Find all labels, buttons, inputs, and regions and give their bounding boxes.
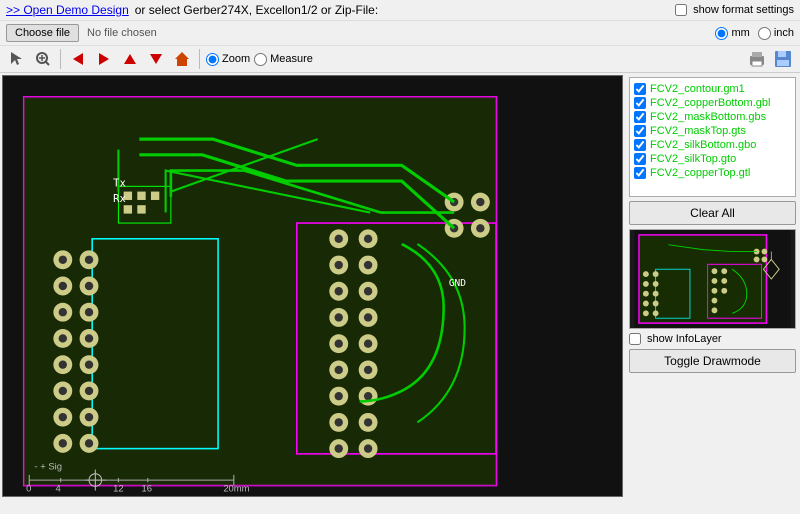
zoom-in-icon[interactable] [32,48,54,70]
svg-text:4: 4 [55,484,60,495]
save-icon[interactable] [772,48,794,70]
file-item-0[interactable]: FCV2_contour.gm1 [634,82,791,96]
show-infolayer-label: show InfoLayer [647,333,722,345]
file-name-5: FCV2_silkTop.gto [650,153,736,165]
file-checkbox-3[interactable] [634,125,646,137]
arrow-left-icon[interactable] [67,48,89,70]
inch-radio-label[interactable]: inch [758,27,794,40]
home-icon[interactable] [171,48,193,70]
file-checkbox-2[interactable] [634,111,646,123]
file-item-3[interactable]: FCV2_maskTop.gts [634,124,791,138]
file-name-3: FCV2_maskTop.gts [650,125,746,137]
choose-file-button[interactable]: Choose file [6,24,79,42]
toolbar-separator-1 [60,49,61,69]
top-row-1: >> Open Demo Design or select Gerber274X… [0,0,800,21]
mm-radio[interactable] [715,27,728,40]
info-layer-row: show InfoLayer [629,333,796,345]
file-item-5[interactable]: FCV2_silkTop.gto [634,152,791,166]
measure-radio-label[interactable]: Measure [254,53,313,66]
toolbar-row: Zoom Measure [0,46,800,73]
arrow-up-icon[interactable] [119,48,141,70]
zoom-radio[interactable] [206,53,219,66]
pcb-canvas-area[interactable]: Tx Rx GND 0 4 12 16 20mm - + Sig [2,75,623,497]
print-icon[interactable] [746,48,768,70]
file-item-1[interactable]: FCV2_copperBottom.gbl [634,96,791,110]
arrow-right-icon[interactable] [93,48,115,70]
file-checkbox-0[interactable] [634,83,646,95]
no-file-text: No file chosen [87,27,157,39]
file-item-4[interactable]: FCV2_silkBottom.gbo [634,138,791,152]
toggle-drawmode-button[interactable]: Toggle Drawmode [629,349,796,373]
arrow-down-icon[interactable] [145,48,167,70]
show-format-label: show format settings [693,4,794,16]
svg-text:- + Sig: - + Sig [34,462,62,473]
mm-radio-label[interactable]: mm [715,27,749,40]
svg-text:Rx: Rx [113,193,126,205]
top-row-2: Choose file No file chosen mm inch [0,21,800,46]
svg-text:Tx: Tx [113,177,126,189]
svg-text:20mm: 20mm [223,484,249,495]
open-demo-link[interactable]: >> Open Demo Design [6,3,129,17]
file-name-6: FCV2_copperTop.gtl [650,167,750,179]
file-checkbox-5[interactable] [634,153,646,165]
clear-all-button[interactable]: Clear All [629,201,796,225]
measure-radio[interactable] [254,53,267,66]
inch-radio[interactable] [758,27,771,40]
svg-text:16: 16 [141,484,152,495]
zoom-radio-label[interactable]: Zoom [206,53,250,66]
file-name-1: FCV2_copperBottom.gbl [650,97,770,109]
file-checkbox-6[interactable] [634,167,646,179]
pcb-svg: Tx Rx GND 0 4 12 16 20mm - + Sig [3,76,622,496]
file-item-2[interactable]: FCV2_maskBottom.gbs [634,110,791,124]
or-text: or select Gerber274X, Excellon1/2 or Zip… [135,3,378,17]
file-name-4: FCV2_silkBottom.gbo [650,139,756,151]
pointer-icon[interactable] [6,48,28,70]
file-list-box: FCV2_contour.gm1 FCV2_copperBottom.gbl F… [629,77,796,197]
mini-preview [629,229,796,329]
file-item-6[interactable]: FCV2_copperTop.gtl [634,166,791,180]
svg-text:0: 0 [26,484,31,495]
right-panel: FCV2_contour.gm1 FCV2_copperBottom.gbl F… [625,73,800,499]
svg-text:12: 12 [113,484,124,495]
show-format-checkbox[interactable] [675,4,687,16]
file-checkbox-4[interactable] [634,139,646,151]
toolbar-separator-2 [199,49,200,69]
svg-text:GND: GND [449,278,466,289]
main-layout: Tx Rx GND 0 4 12 16 20mm - + Sig [0,73,800,499]
file-name-0: FCV2_contour.gm1 [650,83,745,95]
file-name-2: FCV2_maskBottom.gbs [650,111,766,123]
show-infolayer-checkbox[interactable] [629,333,641,345]
file-checkbox-1[interactable] [634,97,646,109]
